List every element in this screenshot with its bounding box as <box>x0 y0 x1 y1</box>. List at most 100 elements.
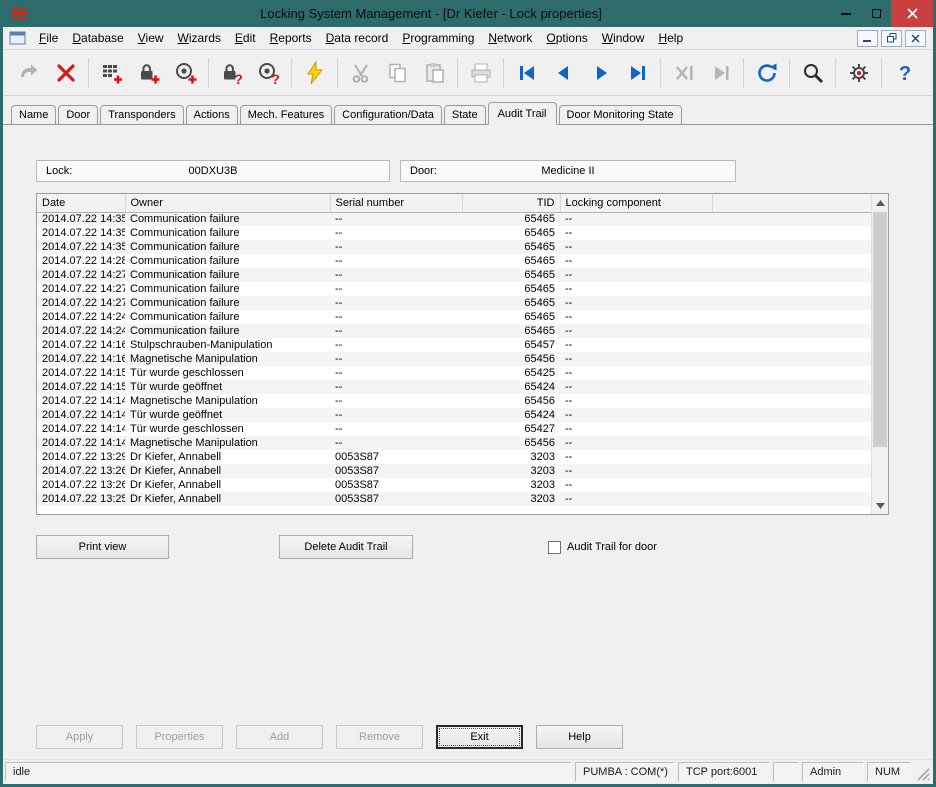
settings-button[interactable] <box>840 54 877 92</box>
lock-value: 00DXU3B <box>37 165 389 177</box>
table-row[interactable]: 2014.07.22 14:14Magnetische Manipulation… <box>37 394 872 408</box>
add-lock-button[interactable] <box>130 54 167 92</box>
tab-mech-features[interactable]: Mech. Features <box>240 105 332 124</box>
table-row[interactable]: 2014.07.22 14:15Tür wurde geöffnet--6542… <box>37 380 872 394</box>
scroll-down-button[interactable] <box>872 497 888 514</box>
print-view-button[interactable]: Print view <box>36 535 169 559</box>
program-button[interactable] <box>296 54 333 92</box>
cell: -- <box>560 492 712 506</box>
column-header-owner[interactable]: Owner <box>125 194 330 212</box>
resize-grip[interactable] <box>914 762 931 782</box>
cell: -- <box>560 310 712 324</box>
menu-file[interactable]: File <box>32 28 65 48</box>
column-header-date[interactable]: Date <box>37 194 125 212</box>
help-button[interactable]: Help <box>536 725 623 749</box>
close-button[interactable] <box>891 0 933 27</box>
tab-state[interactable]: State <box>444 105 486 124</box>
column-header-serial-number[interactable]: Serial number <box>330 194 462 212</box>
toolbar-separator <box>660 58 661 88</box>
menu-network[interactable]: Network <box>481 28 539 48</box>
table-row[interactable]: 2014.07.22 13:29Dr Kiefer, Annabell0053S… <box>37 450 872 464</box>
tab-door-monitoring-state[interactable]: Door Monitoring State <box>559 105 682 124</box>
cell <box>712 212 872 226</box>
tab-configuration-data[interactable]: Configuration/Data <box>334 105 442 124</box>
mdi-close-button[interactable] <box>905 30 926 47</box>
column-header-blank[interactable] <box>712 194 872 212</box>
maximize-button[interactable] <box>861 0 891 27</box>
app-window: Locking System Management - [Dr Kiefer -… <box>0 0 936 787</box>
menu-programming[interactable]: Programming <box>395 28 481 48</box>
table-row[interactable]: 2014.07.22 14:24Communication failure--6… <box>37 324 872 338</box>
menu-wizards[interactable]: Wizards <box>171 28 228 48</box>
statusbar-pane-idle: idle <box>5 762 572 782</box>
cell: 65465 <box>462 254 560 268</box>
read-transponder-button[interactable]: ? <box>250 54 287 92</box>
audit-trail-for-door-checkbox[interactable] <box>548 541 561 554</box>
table-row[interactable]: 2014.07.22 14:27Communication failure--6… <box>37 296 872 310</box>
column-header-tid[interactable]: TID <box>462 194 560 212</box>
last-record-button[interactable] <box>619 54 656 92</box>
read-lock-button[interactable]: ? <box>213 54 250 92</box>
table-row[interactable]: 2014.07.22 14:27Communication failure--6… <box>37 268 872 282</box>
tab-actions[interactable]: Actions <box>186 105 238 124</box>
mdi-system-icon[interactable] <box>9 31 27 46</box>
next-record-button[interactable] <box>582 54 619 92</box>
tab-door[interactable]: Door <box>58 105 98 124</box>
menu-view[interactable]: View <box>131 28 171 48</box>
cell <box>712 226 872 240</box>
help-button[interactable]: ? <box>886 54 923 92</box>
menu-options[interactable]: Options <box>539 28 594 48</box>
add-transponder-button[interactable] <box>167 54 204 92</box>
scroll-up-icon <box>876 200 885 206</box>
table-row[interactable]: 2014.07.22 14:35Communication failure--6… <box>37 212 872 226</box>
tab-transponders[interactable]: Transponders <box>100 105 183 124</box>
cell: 2014.07.22 13:25 <box>37 492 125 506</box>
column-header-locking-component[interactable]: Locking component <box>560 194 712 212</box>
table-row[interactable]: 2014.07.22 14:27Communication failure--6… <box>37 282 872 296</box>
menu-data-record[interactable]: Data record <box>319 28 396 48</box>
refresh-button[interactable] <box>748 54 785 92</box>
table-row[interactable]: 2014.07.22 14:16Magnetische Manipulation… <box>37 352 872 366</box>
menu-edit[interactable]: Edit <box>228 28 263 48</box>
tab-name[interactable]: Name <box>11 105 56 124</box>
cell: 2014.07.22 14:35 <box>37 226 125 240</box>
tab-audit-trail[interactable]: Audit Trail <box>488 102 557 125</box>
table-row[interactable]: 2014.07.22 13:25Dr Kiefer, Annabell0053S… <box>37 492 872 506</box>
table-row[interactable]: 2014.07.22 14:16Stulpschrauben-Manipulat… <box>37 338 872 352</box>
menu-database[interactable]: Database <box>65 28 130 48</box>
exit-button[interactable]: Exit <box>436 725 523 749</box>
table-row[interactable]: 2014.07.22 14:14Tür wurde geöffnet--6542… <box>37 408 872 422</box>
app-menu-icon[interactable] <box>3 7 31 20</box>
table-row[interactable]: 2014.07.22 14:14Magnetische Manipulation… <box>37 436 872 450</box>
statusbar-pane-pumba-com: PUMBA : COM(*) <box>575 762 675 782</box>
menu-help[interactable]: Help <box>651 28 690 48</box>
vertical-scrollbar[interactable] <box>871 194 888 514</box>
table-row[interactable]: 2014.07.22 13:26Dr Kiefer, Annabell0053S… <box>37 478 872 492</box>
first-record-button[interactable] <box>508 54 545 92</box>
scrollbar-thumb[interactable] <box>873 212 887 447</box>
table-row[interactable]: 2014.07.22 14:24Communication failure--6… <box>37 310 872 324</box>
cell: -- <box>560 380 712 394</box>
scroll-up-button[interactable] <box>872 194 888 211</box>
scrollbar-track[interactable] <box>872 211 888 497</box>
add-locking-system-button[interactable] <box>93 54 130 92</box>
menu-reports[interactable]: Reports <box>263 28 319 48</box>
menu-window[interactable]: Window <box>595 28 652 48</box>
search-button[interactable] <box>794 54 831 92</box>
table-row[interactable]: 2014.07.22 14:35Communication failure--6… <box>37 226 872 240</box>
table-row[interactable]: 2014.07.22 14:15Tür wurde geschlossen--6… <box>37 366 872 380</box>
table-row[interactable]: 2014.07.22 14:35Communication failure--6… <box>37 240 872 254</box>
delete-audit-trail-button[interactable]: Delete Audit Trail <box>279 535 413 559</box>
cancel-record-icon <box>672 61 696 85</box>
mdi-restore-button[interactable] <box>881 30 902 47</box>
cancel-record-button <box>665 54 702 92</box>
cell: 65456 <box>462 436 560 450</box>
table-row[interactable]: 2014.07.22 13:26Dr Kiefer, Annabell0053S… <box>37 464 872 478</box>
minimize-button[interactable] <box>831 0 861 27</box>
disconnect-button[interactable] <box>47 54 84 92</box>
table-row[interactable]: 2014.07.22 14:14Tür wurde geschlossen--6… <box>37 422 872 436</box>
svg-text:?: ? <box>271 71 280 85</box>
previous-record-button[interactable] <box>545 54 582 92</box>
mdi-minimize-button[interactable] <box>857 30 878 47</box>
table-row[interactable]: 2014.07.22 14:28Communication failure--6… <box>37 254 872 268</box>
